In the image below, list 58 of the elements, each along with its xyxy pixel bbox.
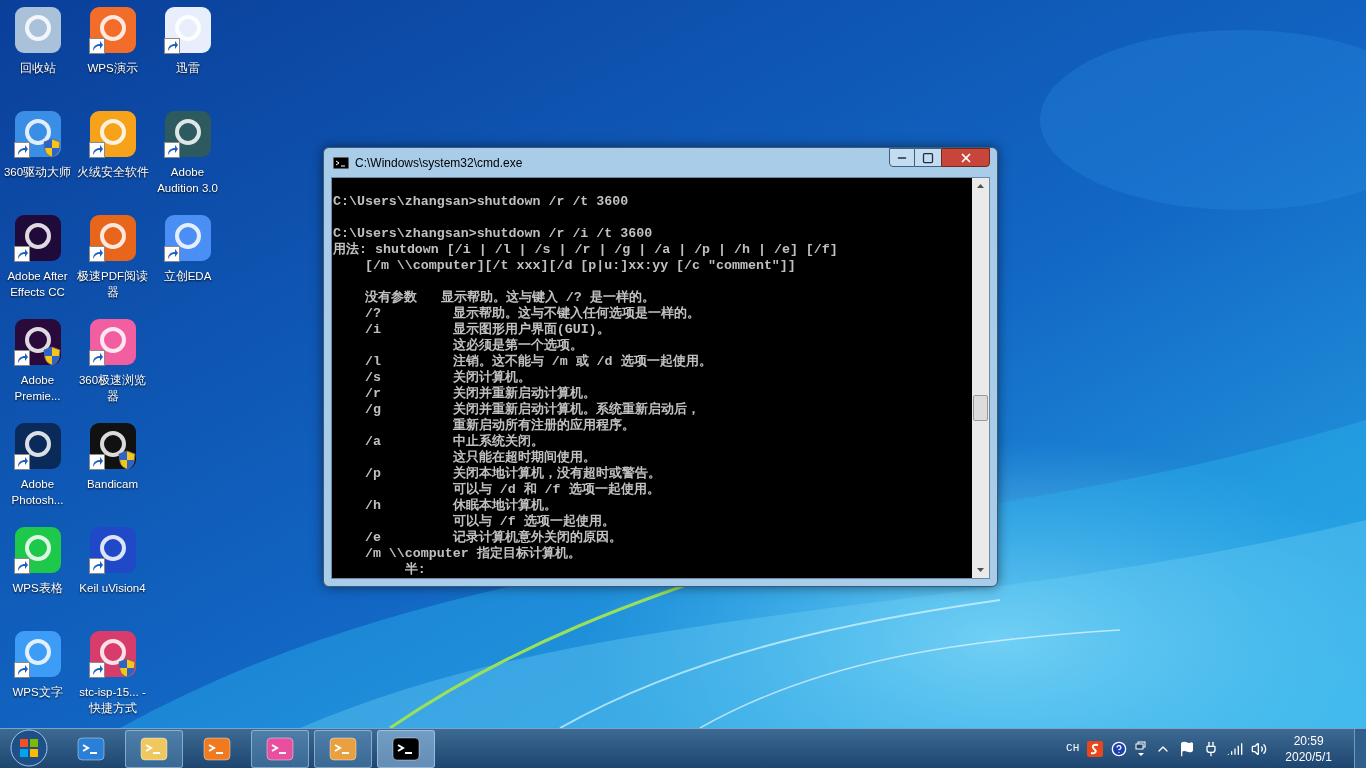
icon-label: Keil uVision4 [78,581,147,596]
scrollbar[interactable] [972,178,989,578]
close-button[interactable] [941,148,990,167]
console-line: /e 记录计算机意外关闭的原因。 [363,530,622,546]
console-line: 可以与 /f 选项一起使用。 [451,514,615,530]
taskbar-button[interactable] [377,730,435,768]
help-icon [1111,740,1128,757]
signal-icon [1227,740,1244,757]
window-title: C:\Windows\system32\cmd.exe [355,154,523,172]
icon-label: Adobe Premie... [13,373,62,404]
clock-time[interactable]: 20:59 [1293,732,1324,749]
maximize-button[interactable] [915,148,941,167]
icon-label: 360极速浏览器 [77,373,148,404]
icon-label: 360驱动大师 [2,165,73,180]
console-icon [333,156,349,169]
icon-label: stc-isp-15... - 快捷方式 [78,685,147,716]
console-line: 半: [403,562,426,578]
windows-icon[interactable] [1135,740,1148,757]
console-line: /h 休眠本地计算机。 [363,498,557,514]
flag-icon [1179,740,1196,757]
console-line: /p 关闭本地计算机，没有超时或警告。 [363,466,661,482]
language-indicator[interactable]: CH [1066,740,1080,757]
icon-label: 火绒安全软件 [75,165,150,180]
console-line: /i 显示图形用户界面(GUI)。 [363,322,610,337]
input-method-icon[interactable] [1087,740,1104,757]
maximize-icon [922,151,934,164]
console-line: /r 关闭并重新启动计算机。 [363,386,596,401]
console-line: 这必须是第一个选项。 [451,338,583,353]
console-line: /l 注销。这不能与 /m 或 /d 选项一起使用。 [363,354,712,370]
icon-label: 立创EDA [162,269,213,284]
console-line: 可以与 /d 和 /f 选项一起使用。 [451,482,660,498]
icon-label: WPS演示 [86,61,139,76]
console-line: /m \\computer 指定目标计算机。 [363,546,581,562]
icon-label: Adobe Audition 3.0 [156,165,219,196]
console-line: 没有参数 显示帮助。这与键入 /? 是一样的。 [363,290,655,305]
icon-label: Adobe Photosh... [10,477,65,508]
minimize-button[interactable] [889,148,915,167]
console-line: [/m \\computer][/t xxx][/d [p|u:]xx:yy [/c "comment"]] [363,258,796,274]
icon-label: 迅雷 [174,61,201,76]
scrollbar-thumb[interactable] [973,395,988,421]
console-line: /? 显示帮助。这与不键入任何选项是一样的。 [363,306,700,322]
console-line: 用法: shutdown [/i | /l | /s | /r | /g | /a | /p | /h | /e] [/f] [333,242,838,258]
console-line: 这只能在超时期间使用。 [451,450,596,466]
console-line: C:\Users\zhangsan>shutdown /r /t 3600 [333,194,629,210]
icon-label: 极速PDF阅读器 [76,269,149,300]
volume-icon [1251,740,1268,757]
clock-date[interactable]: 2020/5/1 [1285,748,1332,765]
console-line: 重新启动所有注册的应用程序。 [451,418,635,434]
console-line: C:\Users\zhangsan>shutdown /r /i /t 3600 [333,226,653,242]
icon-label: Adobe After Effects CC [6,269,69,300]
icon-label: WPS文字 [11,685,64,700]
console-line: /a 中止系统关闭。 [363,434,544,449]
icon-label: WPS表格 [11,581,64,596]
icon-label: 回收站 [18,61,57,76]
console-line: /s 关闭计算机。 [363,370,531,385]
app-icon[interactable] [13,6,62,54]
icon-label: Bandicam [85,477,140,492]
console-line: /g 关闭并重新启动计算机。系统重新启动后， [363,402,700,417]
